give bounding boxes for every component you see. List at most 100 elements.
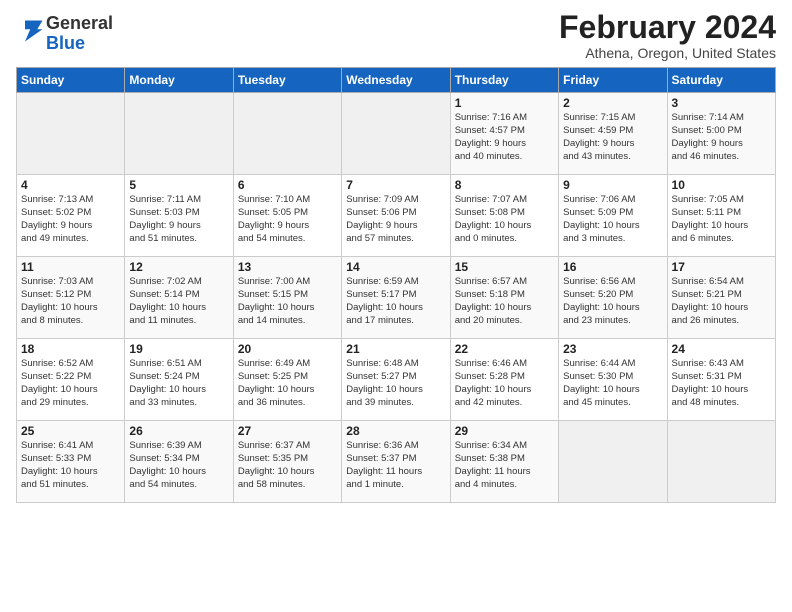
calendar-cell: 1Sunrise: 7:16 AM Sunset: 4:57 PM Daylig… [450,93,558,175]
day-number: 10 [672,178,771,192]
weekday-friday: Friday [559,68,667,93]
calendar-cell: 22 Sunrise: 6:46 AM Sunset: 5:28 PM Dayli… [450,339,558,421]
weekday-sunday: Sunday [17,68,125,93]
calendar-cell: 19 Sunrise: 6:51 AM Sunset: 5:24 PM Dayli… [125,339,233,421]
calendar-cell: 28 Sunrise: 6:36 AM Sunset: 5:37 PM Dayli… [342,421,450,503]
day-number: 15 [455,260,554,274]
week-row-5: 25 Sunrise: 6:41 AM Sunset: 5:33 PM Dayli… [17,421,776,503]
day-detail: Sunrise: 6:52 AM Sunset: 5:22 PM Dayligh… [21,358,120,409]
calendar-cell: 13 Sunrise: 7:00 AM Sunset: 5:15 PM Dayli… [233,257,341,339]
day-number: 26 [129,424,228,438]
day-number: 13 [238,260,337,274]
day-number: 24 [672,342,771,356]
title-area: February 2024 Athena, Oregon, United Sta… [559,10,776,61]
day-number: 19 [129,342,228,356]
day-detail: Sunrise: 7:11 AM Sunset: 5:03 PM Dayligh… [129,194,228,245]
month-year: February 2024 [559,10,776,45]
day-detail: Sunrise: 7:02 AM Sunset: 5:14 PM Dayligh… [129,276,228,327]
calendar-body: 1Sunrise: 7:16 AM Sunset: 4:57 PM Daylig… [17,93,776,503]
weekday-tuesday: Tuesday [233,68,341,93]
day-number: 2 [563,96,662,110]
day-detail: Sunrise: 6:36 AM Sunset: 5:37 PM Dayligh… [346,440,445,491]
location: Athena, Oregon, United States [559,45,776,61]
day-detail: Sunrise: 7:00 AM Sunset: 5:15 PM Dayligh… [238,276,337,327]
day-detail: Sunrise: 7:09 AM Sunset: 5:06 PM Dayligh… [346,194,445,245]
day-number: 4 [21,178,120,192]
day-number: 18 [21,342,120,356]
calendar-cell: 2Sunrise: 7:15 AM Sunset: 4:59 PM Daylig… [559,93,667,175]
calendar-cell: 29Sunrise: 6:34 AM Sunset: 5:38 PM Dayli… [450,421,558,503]
day-detail: Sunrise: 7:13 AM Sunset: 5:02 PM Dayligh… [21,194,120,245]
day-number: 20 [238,342,337,356]
day-number: 12 [129,260,228,274]
week-row-1: 1Sunrise: 7:16 AM Sunset: 4:57 PM Daylig… [17,93,776,175]
weekday-saturday: Saturday [667,68,775,93]
day-number: 6 [238,178,337,192]
day-detail: Sunrise: 7:06 AM Sunset: 5:09 PM Dayligh… [563,194,662,245]
weekday-thursday: Thursday [450,68,558,93]
day-number: 25 [21,424,120,438]
day-number: 9 [563,178,662,192]
day-number: 22 [455,342,554,356]
day-detail: Sunrise: 6:39 AM Sunset: 5:34 PM Dayligh… [129,440,228,491]
day-number: 23 [563,342,662,356]
day-number: 14 [346,260,445,274]
weekday-wednesday: Wednesday [342,68,450,93]
weekday-row: SundayMondayTuesdayWednesdayThursdayFrid… [17,68,776,93]
calendar-cell: 17 Sunrise: 6:54 AM Sunset: 5:21 PM Dayli… [667,257,775,339]
day-number: 7 [346,178,445,192]
day-detail: Sunrise: 7:07 AM Sunset: 5:08 PM Dayligh… [455,194,554,245]
day-detail: Sunrise: 6:46 AM Sunset: 5:28 PM Dayligh… [455,358,554,409]
day-detail: Sunrise: 7:10 AM Sunset: 5:05 PM Dayligh… [238,194,337,245]
calendar-cell: 10Sunrise: 7:05 AM Sunset: 5:11 PM Dayli… [667,175,775,257]
calendar-table: SundayMondayTuesdayWednesdayThursdayFrid… [16,67,776,503]
calendar-cell [667,421,775,503]
calendar-cell: 6 Sunrise: 7:10 AM Sunset: 5:05 PM Daylig… [233,175,341,257]
day-number: 17 [672,260,771,274]
day-number: 28 [346,424,445,438]
calendar-cell: 8 Sunrise: 7:07 AM Sunset: 5:08 PM Daylig… [450,175,558,257]
day-detail: Sunrise: 6:43 AM Sunset: 5:31 PM Dayligh… [672,358,771,409]
day-number: 11 [21,260,120,274]
calendar-cell [342,93,450,175]
calendar-cell [233,93,341,175]
calendar-cell: 15 Sunrise: 6:57 AM Sunset: 5:18 PM Dayli… [450,257,558,339]
day-detail: Sunrise: 6:56 AM Sunset: 5:20 PM Dayligh… [563,276,662,327]
logo-icon [18,17,46,45]
calendar-header: SundayMondayTuesdayWednesdayThursdayFrid… [17,68,776,93]
day-number: 27 [238,424,337,438]
calendar-cell: 24 Sunrise: 6:43 AM Sunset: 5:31 PM Dayli… [667,339,775,421]
calendar-cell: 7 Sunrise: 7:09 AM Sunset: 5:06 PM Daylig… [342,175,450,257]
week-row-3: 11Sunrise: 7:03 AM Sunset: 5:12 PM Dayli… [17,257,776,339]
calendar-cell: 3Sunrise: 7:14 AM Sunset: 5:00 PM Daylig… [667,93,775,175]
day-number: 8 [455,178,554,192]
day-detail: Sunrise: 6:49 AM Sunset: 5:25 PM Dayligh… [238,358,337,409]
day-detail: Sunrise: 6:51 AM Sunset: 5:24 PM Dayligh… [129,358,228,409]
calendar-cell: 11Sunrise: 7:03 AM Sunset: 5:12 PM Dayli… [17,257,125,339]
day-detail: Sunrise: 6:54 AM Sunset: 5:21 PM Dayligh… [672,276,771,327]
logo-text: General Blue [46,14,113,54]
logo: General Blue [16,14,113,54]
day-number: 5 [129,178,228,192]
calendar-cell: 16 Sunrise: 6:56 AM Sunset: 5:20 PM Dayli… [559,257,667,339]
calendar-cell [17,93,125,175]
day-detail: Sunrise: 6:44 AM Sunset: 5:30 PM Dayligh… [563,358,662,409]
calendar-cell: 26 Sunrise: 6:39 AM Sunset: 5:34 PM Dayli… [125,421,233,503]
day-detail: Sunrise: 6:41 AM Sunset: 5:33 PM Dayligh… [21,440,120,491]
logo-general: General [46,13,113,33]
week-row-2: 4 Sunrise: 7:13 AM Sunset: 5:02 PM Daylig… [17,175,776,257]
logo-blue: Blue [46,33,85,53]
week-row-4: 18 Sunrise: 6:52 AM Sunset: 5:22 PM Dayli… [17,339,776,421]
day-detail: Sunrise: 6:57 AM Sunset: 5:18 PM Dayligh… [455,276,554,327]
calendar-cell [559,421,667,503]
calendar-cell: 14Sunrise: 6:59 AM Sunset: 5:17 PM Dayli… [342,257,450,339]
page: General Blue February 2024 Athena, Orego… [0,0,792,513]
calendar-cell [125,93,233,175]
calendar-cell: 9 Sunrise: 7:06 AM Sunset: 5:09 PM Daylig… [559,175,667,257]
day-detail: Sunrise: 6:37 AM Sunset: 5:35 PM Dayligh… [238,440,337,491]
calendar-cell: 18 Sunrise: 6:52 AM Sunset: 5:22 PM Dayli… [17,339,125,421]
weekday-monday: Monday [125,68,233,93]
day-number: 29 [455,424,554,438]
day-number: 3 [672,96,771,110]
day-number: 16 [563,260,662,274]
